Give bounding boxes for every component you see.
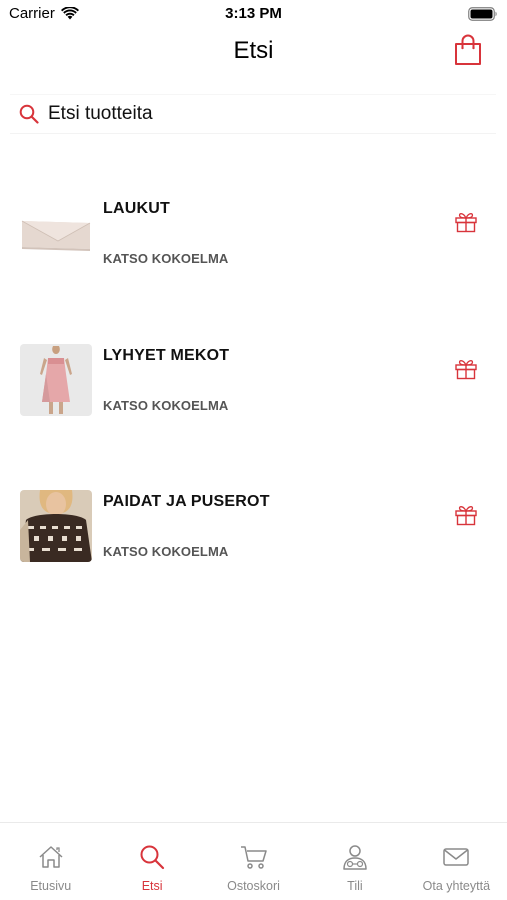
tab-icon-container [138, 843, 166, 871]
tab-label: Etsi [141, 879, 163, 893]
page-title: Etsi [233, 37, 274, 64]
category-list: LAUKUT KATSO KOKOELMA LYHYET MEKOT KATSO… [0, 166, 507, 606]
gift-icon [455, 213, 477, 233]
category-thumbnail [20, 197, 92, 269]
shopping-bag-button[interactable] [451, 32, 485, 68]
status-bar: Carrier 3:13 PM [0, 0, 507, 28]
tab-tili[interactable]: Tili [304, 823, 405, 900]
gift-button[interactable] [453, 356, 479, 382]
category-thumbnail [20, 490, 92, 562]
tab-bar: Etusivu Etsi Ostoskori Tili Ota yhteyttä [0, 822, 507, 900]
tab-icon-container [37, 843, 65, 871]
category-name: LAUKUT [103, 200, 170, 217]
search-bar [10, 94, 496, 134]
tab-ota-yhteytta[interactable]: Ota yhteyttä [406, 823, 507, 900]
category-item-lyhyet-mekot[interactable]: LYHYET MEKOT KATSO KOKOELMA [0, 313, 507, 460]
tab-label: Ostoskori [227, 879, 280, 893]
tab-label: Etusivu [30, 879, 72, 893]
home-icon [39, 846, 63, 868]
category-name: LYHYET MEKOT [103, 346, 230, 364]
category-thumbnail [20, 343, 92, 416]
category-subtitle: KATSO KOKOELMA [103, 397, 229, 413]
category-subtitle: KATSO KOKOELMA [103, 544, 229, 559]
tab-etsi[interactable]: Etsi [101, 823, 202, 900]
gift-icon [455, 359, 477, 379]
search-icon-container [10, 94, 44, 134]
tab-label: Ota yhteyttä [422, 879, 491, 893]
navigation-header: Etsi [0, 28, 507, 78]
category-item-laukut[interactable]: LAUKUT KATSO KOKOELMA [0, 166, 507, 313]
cart-icon [240, 846, 267, 869]
tab-etusivu[interactable]: Etusivu [0, 823, 101, 900]
gift-button[interactable] [453, 209, 479, 235]
search-icon [19, 104, 39, 124]
sweater-image [20, 490, 92, 562]
shopping-bag-icon [455, 34, 481, 65]
gift-icon [455, 506, 477, 526]
clock: 3:13 PM [225, 5, 282, 22]
category-name: PAIDAT JA PUSEROT [103, 493, 270, 510]
tab-ostoskori[interactable]: Ostoskori [203, 823, 304, 900]
clutch-bag-image [20, 197, 92, 269]
tab-icon-container [240, 843, 268, 871]
tab-icon-container [442, 843, 470, 871]
search-icon [140, 845, 165, 870]
tab-icon-container [341, 843, 369, 871]
category-item-paidat-ja-puserot[interactable]: PAIDAT JA PUSEROT KATSO KOKOELMA [0, 459, 507, 606]
account-icon [343, 845, 367, 870]
pink-dress-image [20, 343, 92, 416]
tab-label: Tili [347, 879, 363, 893]
mail-icon [443, 848, 470, 866]
category-subtitle: KATSO KOKOELMA [103, 251, 229, 266]
search-input[interactable] [44, 99, 464, 129]
battery-icon [468, 7, 497, 21]
gift-button[interactable] [453, 502, 479, 528]
